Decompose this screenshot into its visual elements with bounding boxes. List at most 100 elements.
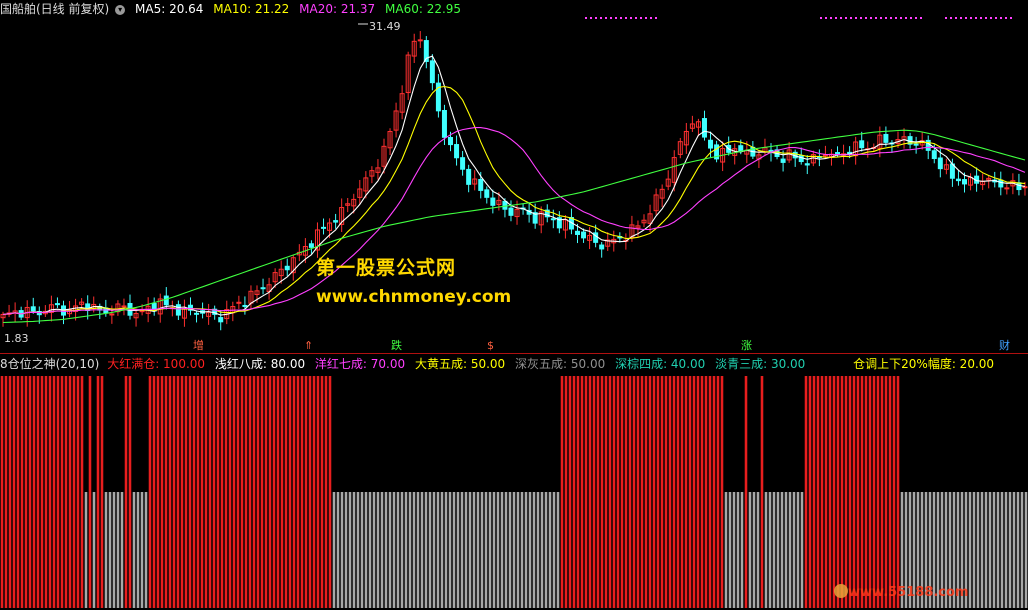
position-bar (80, 376, 84, 608)
legend-item: 洋红七成: 70.00 (314, 357, 406, 371)
position-bar (516, 492, 520, 608)
signal-dot (870, 17, 872, 19)
position-bar (500, 492, 504, 608)
candle-body (502, 200, 508, 210)
candle-body (163, 295, 169, 306)
position-bar (572, 376, 576, 608)
candle-body (955, 178, 961, 182)
position-bar (892, 376, 896, 608)
position-bar (540, 492, 544, 608)
position-bar (988, 492, 992, 608)
position-bar (224, 376, 228, 608)
candle-body (194, 312, 200, 315)
position-bar (788, 492, 792, 608)
signal-dot (840, 17, 842, 19)
position-bar (376, 492, 380, 608)
position-bar (860, 376, 864, 608)
position-bar (332, 492, 336, 608)
position-bar (484, 492, 488, 608)
position-bar (888, 376, 892, 608)
ma60-label: MA60: 22.95 (385, 2, 462, 16)
position-bar (368, 492, 372, 608)
position-bar (660, 376, 664, 608)
position-bar (180, 376, 184, 608)
position-bar (752, 492, 756, 608)
position-bar (832, 376, 836, 608)
position-bar (76, 376, 80, 608)
position-bar (672, 376, 676, 608)
position-bar (260, 376, 264, 608)
watermark-cn: 第一股票公式网 (316, 257, 457, 279)
candle-body (466, 168, 472, 185)
position-chart[interactable] (0, 370, 1028, 610)
candle-body (454, 144, 460, 159)
position-bar (8, 376, 12, 608)
position-bar (460, 492, 464, 608)
event-marker[interactable]: $ (487, 340, 494, 352)
event-marker[interactable]: 财 (999, 340, 1010, 352)
position-bar (816, 376, 820, 608)
position-bar (656, 376, 660, 608)
position-bar (680, 376, 684, 608)
position-bar (256, 376, 260, 608)
position-bar (452, 492, 456, 608)
event-marker[interactable]: 增 (193, 340, 204, 352)
signal-dot (595, 17, 597, 19)
position-bar (468, 492, 472, 608)
candle-body (780, 158, 786, 163)
candle-body (308, 243, 314, 248)
position-bar (116, 492, 120, 608)
position-bar (508, 492, 512, 608)
ma-line-ma60 (2, 129, 1026, 324)
position-bar (796, 492, 800, 608)
position-bar (984, 492, 988, 608)
position-bar (584, 376, 588, 608)
position-bar (124, 376, 128, 608)
position-bar (400, 492, 404, 608)
event-marker[interactable]: 跌 (391, 340, 402, 352)
price-chart[interactable] (0, 0, 1028, 352)
signal-dot (895, 17, 897, 19)
candle-body (478, 178, 484, 191)
position-bar (200, 376, 204, 608)
signal-dot (830, 17, 832, 19)
position-bar (496, 492, 500, 608)
position-bar (380, 492, 384, 608)
position-bar (104, 492, 108, 608)
position-bar (848, 376, 852, 608)
candle-body (835, 152, 841, 155)
position-bar (264, 376, 268, 608)
position-bar (736, 492, 740, 608)
position-bar (716, 376, 720, 608)
legend-item: 大黄五成: 50.00 (414, 357, 506, 371)
candle-body (441, 109, 447, 138)
position-bar (872, 376, 876, 608)
position-bar (756, 492, 760, 608)
candle-body (333, 220, 339, 223)
position-bar (300, 376, 304, 608)
position-bar (156, 376, 160, 608)
position-bar (132, 492, 136, 608)
event-marker[interactable]: ⇑ (304, 340, 313, 352)
position-bar (836, 376, 840, 608)
position-bar (864, 376, 868, 608)
legend-item: 浅红八成: 80.00 (214, 357, 306, 371)
position-bar (324, 376, 328, 608)
candle-body (550, 218, 556, 221)
position-bar (772, 492, 776, 608)
position-bar (304, 376, 308, 608)
position-bar (28, 376, 32, 608)
event-marker[interactable]: 涨 (741, 340, 752, 352)
panel-divider[interactable] (0, 353, 1028, 354)
position-bar (220, 376, 224, 608)
position-bar (624, 376, 628, 608)
position-bar (972, 492, 976, 608)
position-bar (764, 492, 768, 608)
position-bar (188, 376, 192, 608)
dropdown-icon[interactable]: ▾ (115, 5, 126, 15)
position-bar (292, 376, 296, 608)
position-bar (576, 376, 580, 608)
position-bar (40, 376, 44, 608)
indicator-name: 8仓位之神(20,10) (0, 357, 100, 371)
position-bar (152, 376, 156, 608)
